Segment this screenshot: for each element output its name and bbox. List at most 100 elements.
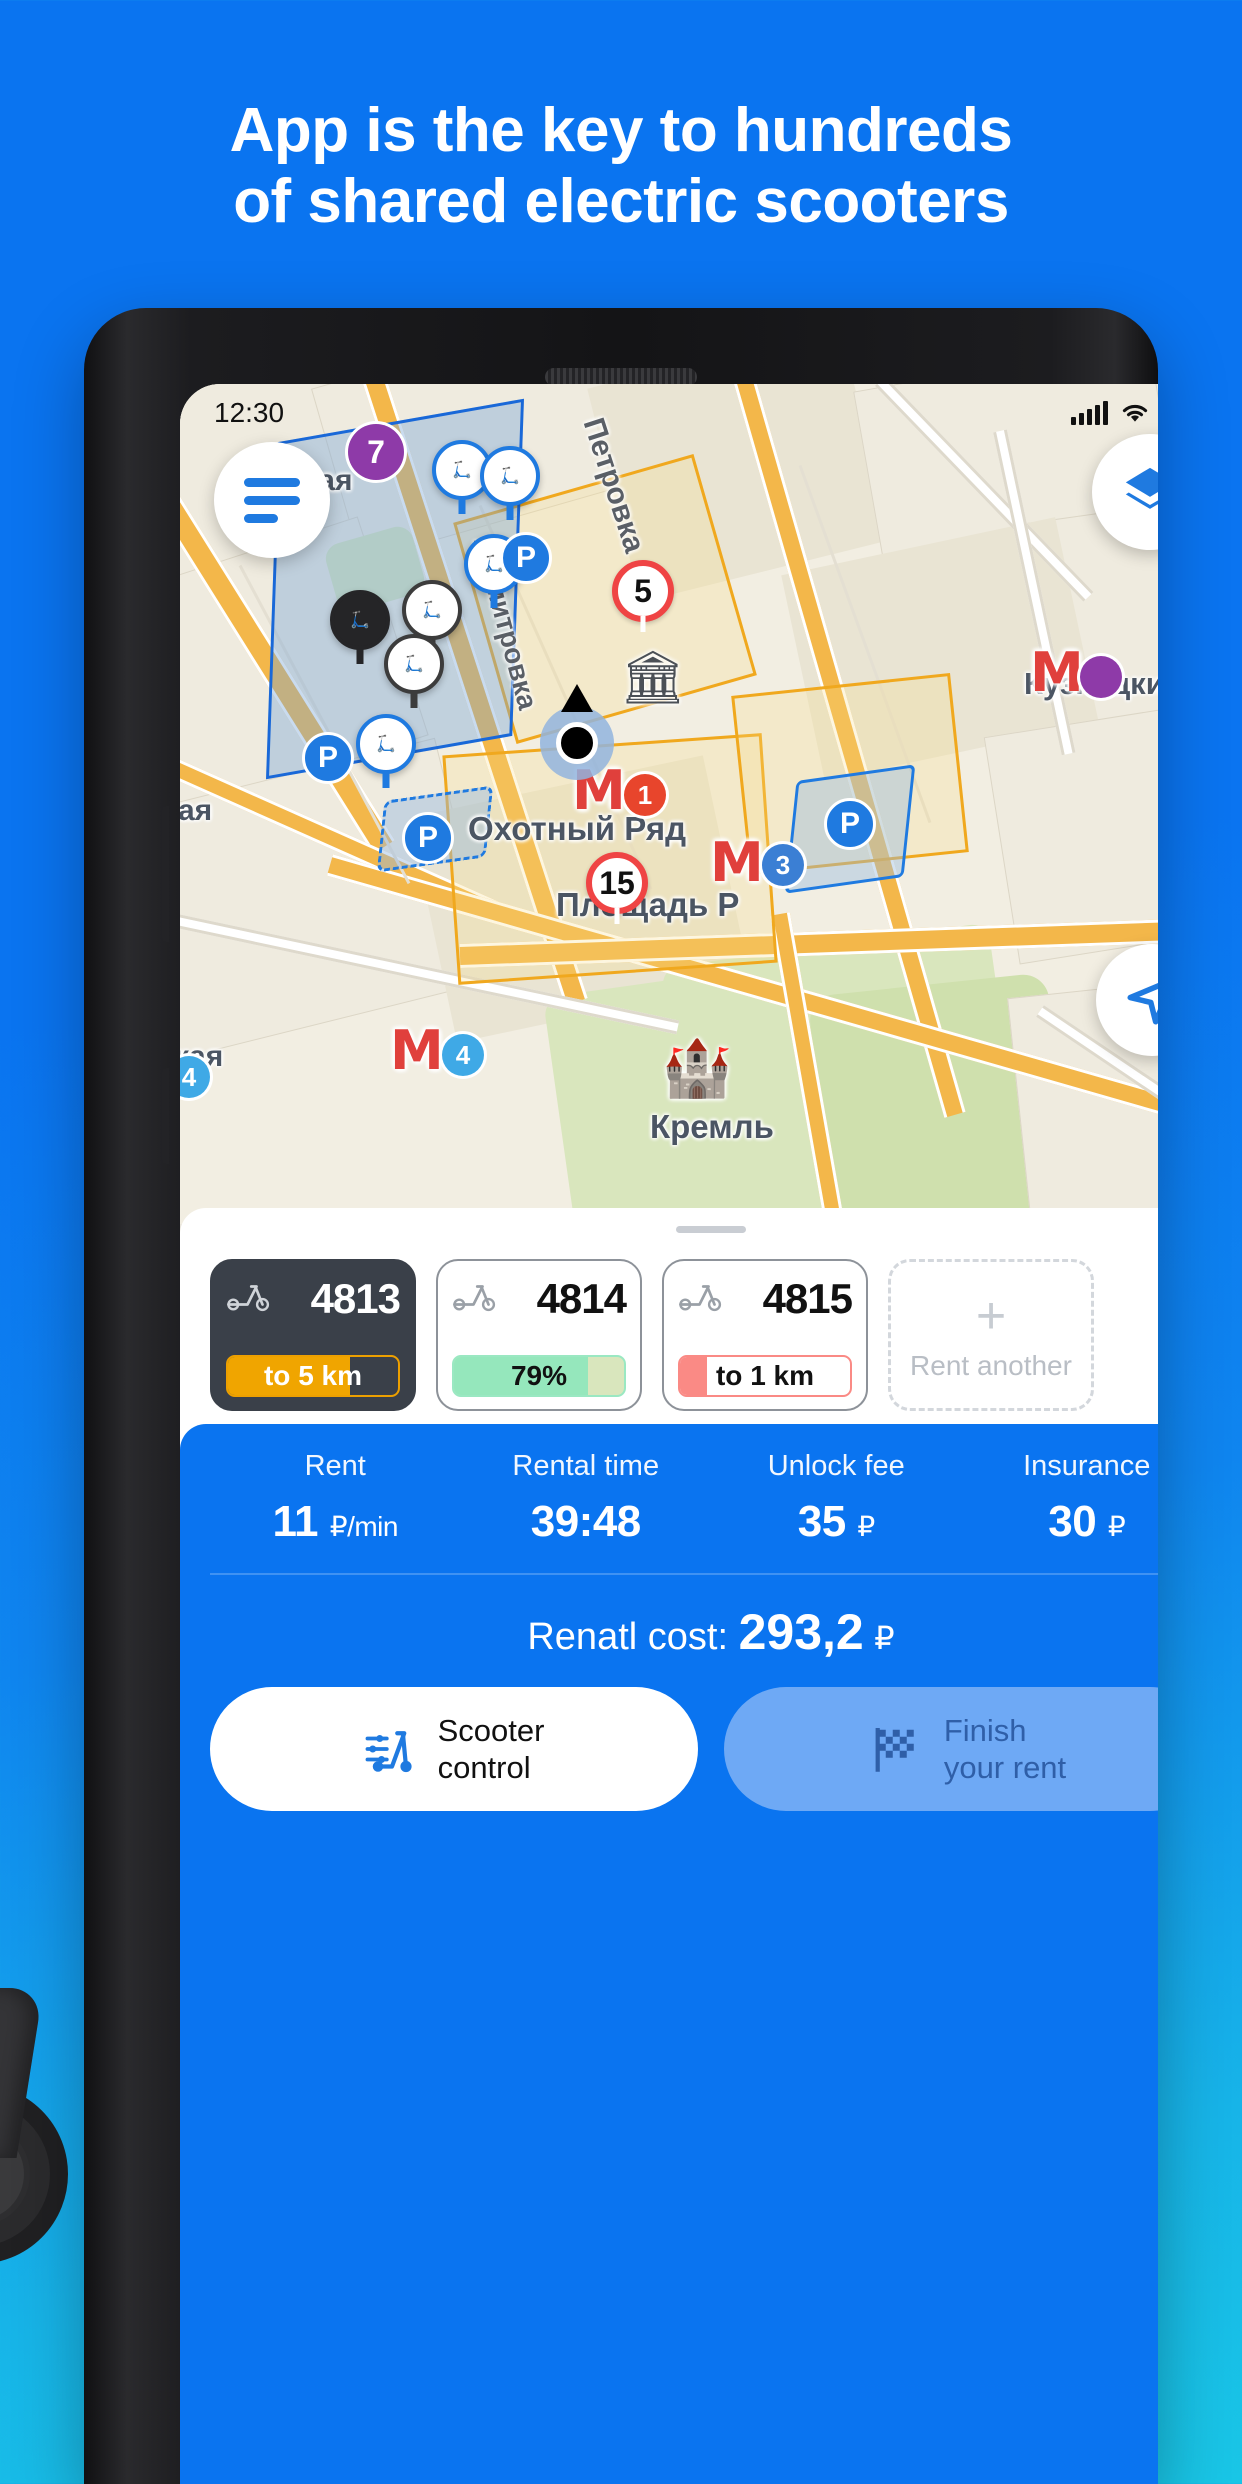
total-amount: 293,2 [738, 1604, 864, 1660]
stat-unit: ₽ [1107, 1511, 1126, 1542]
location-dot [556, 722, 598, 764]
scooter-pin[interactable]: 🛴 [480, 446, 540, 506]
map-view[interactable]: Петровка я Дмитровка инская ая кая Кузне… [180, 384, 1158, 1224]
metro-line-badge: 1 [624, 774, 666, 816]
hamburger-menu-icon [244, 469, 300, 532]
total-currency: ₽ [874, 1620, 895, 1656]
scooter-control-label: Scooter control [438, 1712, 545, 1786]
status-time: 12:30 [214, 397, 285, 428]
finish-rent-button[interactable]: Finish your rent [724, 1687, 1158, 1811]
scooter-icon [678, 1282, 724, 1317]
scooter-pin-icon: 🛴 [376, 736, 396, 753]
control-line-1: Scooter [437, 1712, 545, 1748]
scooter-hub [0, 2122, 30, 2226]
promo-headline: App is the key to hundreds of shared ele… [0, 96, 1242, 237]
stat-value: 11 [272, 1497, 319, 1546]
scooter-status-bar: to 5 km [226, 1355, 400, 1397]
stat-value: 35 [797, 1497, 846, 1546]
scooter-control-button[interactable]: Scooter control [210, 1687, 698, 1811]
total-cost: Renatl cost: 293,2 ₽ [210, 1575, 1158, 1687]
stat-value: 39:48 [530, 1497, 642, 1546]
navigation-arrow-icon [1127, 983, 1158, 1025]
scooter-card[interactable]: 4813 to 5 km [210, 1259, 416, 1411]
heading-arrow-icon [561, 684, 593, 712]
stat-value: 30 [1048, 1497, 1097, 1546]
scooter-icon [226, 1282, 272, 1317]
speed-limit-sign: 5 [612, 560, 674, 622]
stat-label: Rental time [512, 1450, 660, 1482]
street-label-aya: ая [180, 794, 213, 827]
finish-rent-label: Finish your rent [944, 1712, 1066, 1786]
bottom-sheet: 4813 to 5 km 4814 79% 4815 to 1 km + Ren… [180, 1208, 1158, 2484]
scooter-id: 4815 [762, 1275, 853, 1322]
phone-power-button[interactable] [162, 1068, 169, 1164]
stat-unit: ₽/min [329, 1511, 399, 1542]
phone-volume-button[interactable] [162, 806, 169, 942]
scooter-pin-icon: 🛴 [350, 612, 370, 629]
cellular-signal-icon [1070, 401, 1108, 425]
total-label: Renatl cost: [527, 1616, 729, 1658]
scooter-status-bar: to 1 km [678, 1355, 852, 1397]
scooter-pin-icon: 🛴 [500, 468, 520, 485]
stat-rent: Rent 11 ₽/min [210, 1450, 461, 1547]
scooter-pin[interactable]: 🛴 [356, 714, 416, 774]
scooter-status-text: 79% [510, 1360, 568, 1391]
scooter-pin-icon: 🛴 [422, 602, 442, 619]
phone-device: Петровка я Дмитровка инская ая кая Кузне… [84, 308, 1158, 2484]
place-label-kreml: Кремль [650, 1108, 774, 1145]
rental-stats: Rent 11 ₽/min Rental time 39:48 Unlock f… [210, 1450, 1158, 1547]
scooter-pin-icon: 🛴 [404, 656, 424, 673]
scooter-pin[interactable]: 🛴 [402, 580, 462, 640]
theatre-building-icon: 🏛 [620, 649, 687, 707]
stat-unit: ₽ [857, 1511, 875, 1542]
headline-line-2: of shared electric scooters [233, 166, 1009, 236]
scooter-card[interactable]: 4815 to 1 km [662, 1259, 868, 1411]
kremlin-tower-icon: 🏰 [662, 1036, 732, 1099]
scooter-pin-icon: 🛴 [452, 462, 472, 479]
plus-icon: + [975, 1287, 1007, 1345]
metro-line-badge: 3 [762, 844, 804, 886]
finish-line-2: your rent [943, 1750, 1067, 1785]
stat-rental-time: Rental time 39:48 [461, 1450, 712, 1547]
stat-label: Unlock fee [767, 1450, 905, 1482]
wifi-icon [1122, 404, 1147, 422]
metro-m-icon: М [1030, 641, 1084, 704]
status-bar: 12:30 72 [180, 384, 1158, 442]
scooter-card-list: 4813 to 5 km 4814 79% 4815 to 1 km + Ren… [180, 1233, 1158, 1437]
control-line-2: control [437, 1750, 531, 1785]
scooter-pin-selected[interactable]: 🛴 [330, 590, 390, 650]
phone-screen: Петровка я Дмитровка инская ая кая Кузне… [180, 384, 1158, 2484]
checkered-flag-icon [870, 1721, 926, 1777]
scooter-tyre [0, 2084, 68, 2264]
scooter-pin[interactable]: 🛴 [384, 634, 444, 694]
action-buttons: Scooter control Finish your rent [210, 1687, 1158, 1841]
stat-label: Rent [304, 1450, 366, 1482]
drag-handle[interactable] [676, 1226, 746, 1233]
finish-line-1: Finish [943, 1712, 1027, 1748]
speed-limit-sign: 15 [586, 852, 648, 914]
scooter-icon [452, 1282, 498, 1317]
metro-line-badge [1080, 656, 1122, 698]
stat-unlock-fee: Unlock fee 35 ₽ [711, 1450, 962, 1547]
parking-p-icon[interactable]: P [402, 812, 454, 864]
scooter-status-text: to 5 km [263, 1360, 363, 1391]
parking-p-icon[interactable]: P [824, 798, 876, 850]
stat-label: Insurance [1023, 1450, 1151, 1482]
scooter-fender [0, 1988, 44, 2158]
scooter-id: 4813 [310, 1275, 401, 1322]
user-location-marker [540, 684, 614, 780]
scooter-settings-icon [364, 1721, 420, 1777]
metro-m-icon: М [710, 831, 764, 894]
scooter-id: 4814 [536, 1275, 627, 1322]
stat-insurance: Insurance 30 ₽ [962, 1450, 1159, 1547]
menu-button[interactable] [214, 442, 330, 558]
headline-line-1: App is the key to hundreds [229, 96, 1013, 165]
parking-p-icon[interactable]: P [302, 732, 354, 784]
rent-another-label: Rent another [910, 1350, 1072, 1381]
scooter-status-text: to 1 km [715, 1360, 815, 1391]
map-layers-icon [1125, 467, 1158, 509]
scooter-card[interactable]: 4814 79% [436, 1259, 642, 1411]
parking-p-icon[interactable]: P [500, 532, 552, 584]
rent-another-button[interactable]: + Rent another [888, 1259, 1094, 1411]
rental-info-panel: Rent 11 ₽/min Rental time 39:48 Unlock f… [180, 1424, 1158, 2484]
